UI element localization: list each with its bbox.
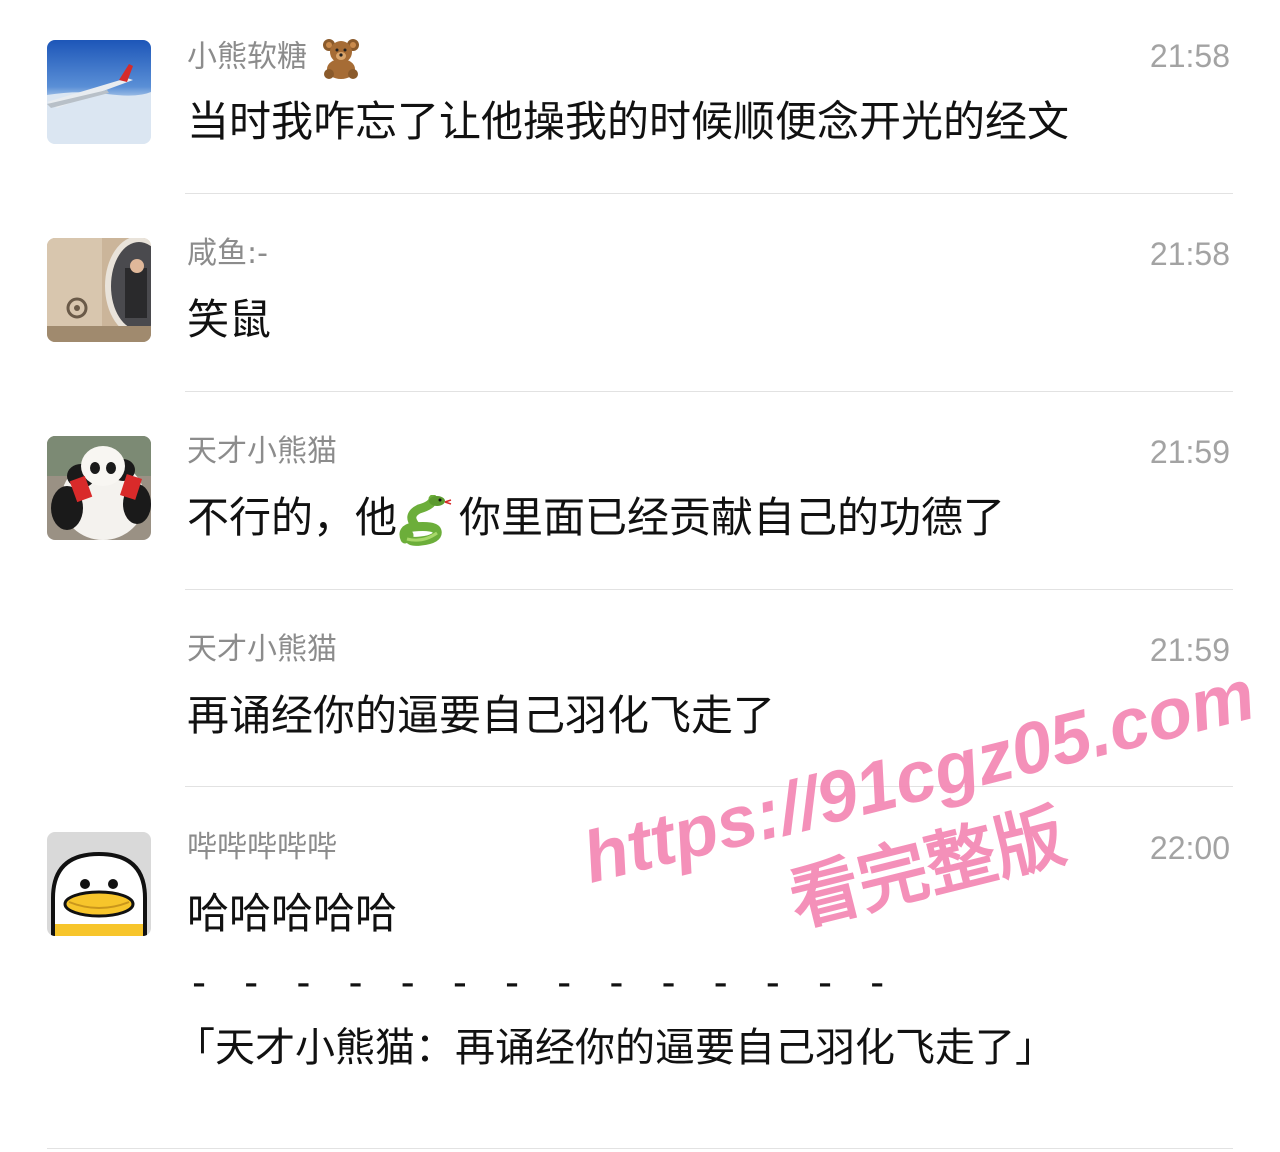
airplane-wing-avatar-icon (47, 40, 151, 144)
sender-name: 天才小熊猫 (187, 632, 337, 667)
sender-name: 咸鱼:- (187, 236, 268, 271)
quote-separator: - - - - - - - - - - - - - - (187, 960, 892, 1006)
quoted-message[interactable]: 「天才小熊猫：再诵经你的逼要自己羽化飞走了」 (175, 1020, 1055, 1076)
message-text: 当时我咋忘了让他操我的时候顺便念开光的经文 (187, 97, 1070, 146)
message-text: 不行的，他 你里面已经贡献自己的功德了 (187, 490, 1005, 547)
divider (185, 193, 1233, 194)
avatar[interactable] (47, 238, 151, 342)
sender-name: 哔哔哔哔哔 (187, 830, 337, 865)
divider (185, 589, 1233, 590)
timestamp: 21:59 (1149, 434, 1230, 470)
sender-name: 天才小熊猫 (187, 434, 337, 469)
divider (47, 1148, 1233, 1149)
sender-name: 小熊软糖 (187, 36, 365, 80)
duck-face-avatar-icon (47, 832, 151, 936)
snake-icon (399, 494, 457, 547)
avatar[interactable] (47, 436, 151, 540)
timestamp: 22:00 (1149, 830, 1230, 866)
timestamp: 21:58 (1149, 236, 1230, 272)
panda-avatar-icon (47, 436, 151, 540)
timestamp: 21:59 (1149, 632, 1230, 668)
message-text: 笑鼠 (187, 295, 272, 344)
avatar[interactable] (47, 832, 151, 936)
avatar[interactable] (47, 40, 151, 144)
teddy-bear-icon (319, 36, 363, 80)
message-text: 哈哈哈哈哈 (187, 889, 398, 938)
timestamp: 21:58 (1149, 38, 1230, 74)
message-text: 再诵经你的逼要自己羽化飞走了 (187, 691, 776, 740)
divider (185, 391, 1233, 392)
mirror-selfie-avatar-icon (47, 238, 151, 342)
divider (185, 786, 1233, 787)
